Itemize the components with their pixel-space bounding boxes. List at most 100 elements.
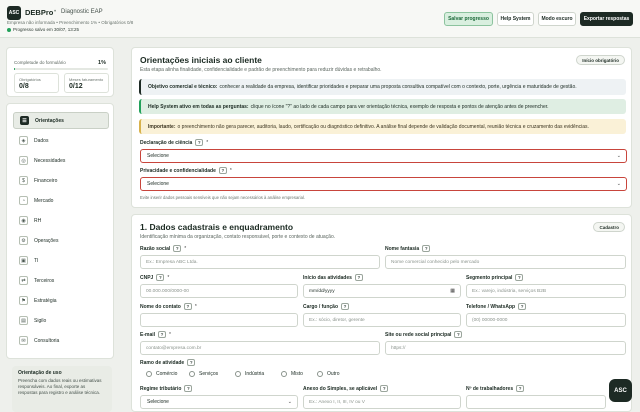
sidebar-item-terceiros[interactable]: ⇄ Terceiros	[13, 272, 109, 289]
required-asterisk: *	[184, 245, 187, 252]
required-asterisk: *	[167, 274, 170, 281]
segmento-input[interactable]: Ex.: varejo, indústria, serviços B2B	[466, 284, 626, 298]
computer-icon: ▣	[19, 256, 28, 265]
declaration-label: Declaração de ciência? *	[140, 139, 208, 146]
required-tag: Início obrigatório	[576, 55, 625, 65]
stat-revenue-months: Meses faturamento 0/12	[64, 73, 109, 93]
help-question-icon[interactable]: ?	[354, 274, 363, 281]
export-button[interactable]: Exportar respostas	[580, 12, 633, 26]
sidebar-item-orientacoes[interactable]: ☰ Orientações	[13, 112, 109, 129]
sidebar-item-estrategia[interactable]: ⚑ Estratégia	[13, 292, 109, 309]
razao-input[interactable]: Ex.: Empresa ABC Ltda.	[140, 255, 380, 269]
help-question-icon[interactable]: ?	[158, 331, 167, 338]
sidebar-item-label: Financeiro	[34, 177, 58, 184]
chevron-down-icon: ⌄	[616, 153, 621, 159]
field-label-text: Ramo de atividade	[140, 359, 185, 366]
notice-bold: Objetivo comercial e técnico:	[148, 84, 218, 90]
help-notice: Help System ativo em todas as perguntas:…	[139, 99, 626, 114]
radio-servicos[interactable]: Serviços	[189, 371, 218, 377]
progress-bar	[14, 68, 108, 70]
app-subtitle: Diagnostic EAP	[61, 9, 103, 15]
calendar-icon[interactable]: ▦	[450, 288, 455, 294]
brand-separator: •	[54, 9, 57, 15]
cargo-input[interactable]: Ex.: sócio, diretor, gerente	[303, 313, 461, 327]
required-asterisk: *	[229, 167, 232, 174]
dark-mode-button[interactable]: Modo escuro	[538, 12, 576, 26]
regime-select[interactable]: Selecione ⌄	[140, 395, 298, 409]
cnpj-input[interactable]: 00.000.000/0000-00	[140, 284, 298, 298]
sidebar-nav: ☰ Orientações ◈ Dados ◎ Necessidades $ Finan…	[6, 103, 114, 359]
chevron-down-icon: ⌄	[287, 399, 292, 405]
field-label-text: Nº de trabalhadores	[466, 385, 514, 392]
select-value: Selecione	[147, 153, 169, 159]
trabalhadores-input[interactable]	[466, 395, 606, 409]
contato-input[interactable]	[140, 313, 298, 327]
fantasia-input[interactable]: Nome comercial conhecido pelo mercado	[385, 255, 626, 269]
sidebar-item-financeiro[interactable]: $ Financeiro	[13, 172, 109, 189]
target-icon: ◎	[19, 156, 28, 165]
site-label: Site ou rede social principal?	[385, 331, 463, 338]
chat-icon: ✉	[19, 336, 28, 345]
telefone-input[interactable]: (00) 00000-0000	[466, 313, 626, 327]
help-question-icon[interactable]: ?	[183, 303, 192, 310]
help-question-icon[interactable]: ?	[380, 385, 389, 392]
sidebar-item-rh[interactable]: ◉ RH	[13, 212, 109, 229]
sidebar-item-ti[interactable]: ▣ TI	[13, 252, 109, 269]
help-question-icon[interactable]: ?	[518, 303, 527, 310]
save-progress-button[interactable]: Salvar progresso	[444, 12, 493, 26]
money-icon: $	[19, 176, 28, 185]
field-label-text: Regime tributário	[140, 385, 182, 392]
sidebar-item-mercado[interactable]: ◔ Mercado	[13, 192, 109, 209]
inicio-label: Início das atividades?	[303, 274, 363, 281]
sidebar-item-label: Operações	[34, 237, 59, 244]
sidebar-item-operacoes[interactable]: ⚙ Operações	[13, 232, 109, 249]
help-question-icon[interactable]: ?	[218, 167, 227, 174]
help-question-icon[interactable]: ?	[454, 331, 463, 338]
help-system-button[interactable]: Help System	[497, 12, 534, 26]
sidebar-item-necessidades[interactable]: ◎ Necessidades	[13, 152, 109, 169]
usage-guide-text: Preencha com dados reais ou estimativas …	[18, 378, 102, 395]
field-label-text: Nome fantasia	[385, 245, 420, 252]
help-question-icon[interactable]: ?	[516, 385, 525, 392]
radio-label: Misto	[291, 371, 303, 377]
field-label-text: Nome do contato	[140, 303, 181, 310]
segmento-label: Segmento principal?	[466, 274, 524, 281]
help-question-icon[interactable]: ?	[195, 139, 204, 146]
contato-label: Nome do contato? *	[140, 303, 197, 310]
field-label-text: Declaração de ciência	[140, 139, 193, 146]
privacy-select[interactable]: Selecione ⌄	[140, 177, 627, 191]
help-question-icon[interactable]: ?	[515, 274, 524, 281]
help-question-icon[interactable]: ?	[156, 274, 165, 281]
flag-icon: ⚑	[19, 296, 28, 305]
select-value: Selecione	[147, 399, 169, 405]
notice-bold: Importante:	[148, 123, 176, 130]
radio-outro[interactable]: Outro	[317, 371, 340, 377]
declaration-select[interactable]: Selecione ⌄	[140, 149, 627, 163]
help-question-icon[interactable]: ?	[187, 359, 196, 366]
sidebar-item-consultoria[interactable]: ✉ Consultoria	[13, 332, 109, 349]
progress-label: Completude do formulário	[14, 60, 66, 65]
handshake-icon: ⇄	[19, 276, 28, 285]
help-question-icon[interactable]: ?	[341, 303, 350, 310]
anexo-input[interactable]: Ex.: Anexo I, II, III, IV ou V	[303, 395, 461, 409]
progress-percent: 1%	[98, 60, 106, 66]
brand-name: DEBPro	[25, 8, 54, 17]
sidebar-item-label: Dados	[34, 137, 49, 144]
razao-label: Razão social? *	[140, 245, 186, 252]
help-question-icon[interactable]: ?	[184, 385, 193, 392]
radio-circle-icon	[281, 371, 287, 377]
radio-industria[interactable]: Indústria	[235, 371, 264, 377]
radio-misto[interactable]: Misto	[281, 371, 303, 377]
email-input[interactable]: contato@empresa.com.br	[140, 341, 380, 355]
site-input[interactable]: https://	[385, 341, 626, 355]
section1-card: 1. Dados cadastrais e enquadramento Cada…	[131, 214, 632, 412]
field-label-text: Privacidade e confidencialidade	[140, 167, 216, 174]
help-question-icon[interactable]: ?	[422, 245, 431, 252]
sidebar-item-dados[interactable]: ◈ Dados	[13, 132, 109, 149]
radio-comercio[interactable]: Comércio	[146, 371, 177, 377]
inicio-date-input[interactable]: mm/dd/yyyy ▦	[303, 284, 461, 298]
sidebar-item-sigilo[interactable]: ▤ Sigilo	[13, 312, 109, 329]
floating-assistant-button[interactable]: ASC	[609, 379, 632, 402]
help-question-icon[interactable]: ?	[173, 245, 182, 252]
field-label-text: E-mail	[140, 331, 156, 338]
